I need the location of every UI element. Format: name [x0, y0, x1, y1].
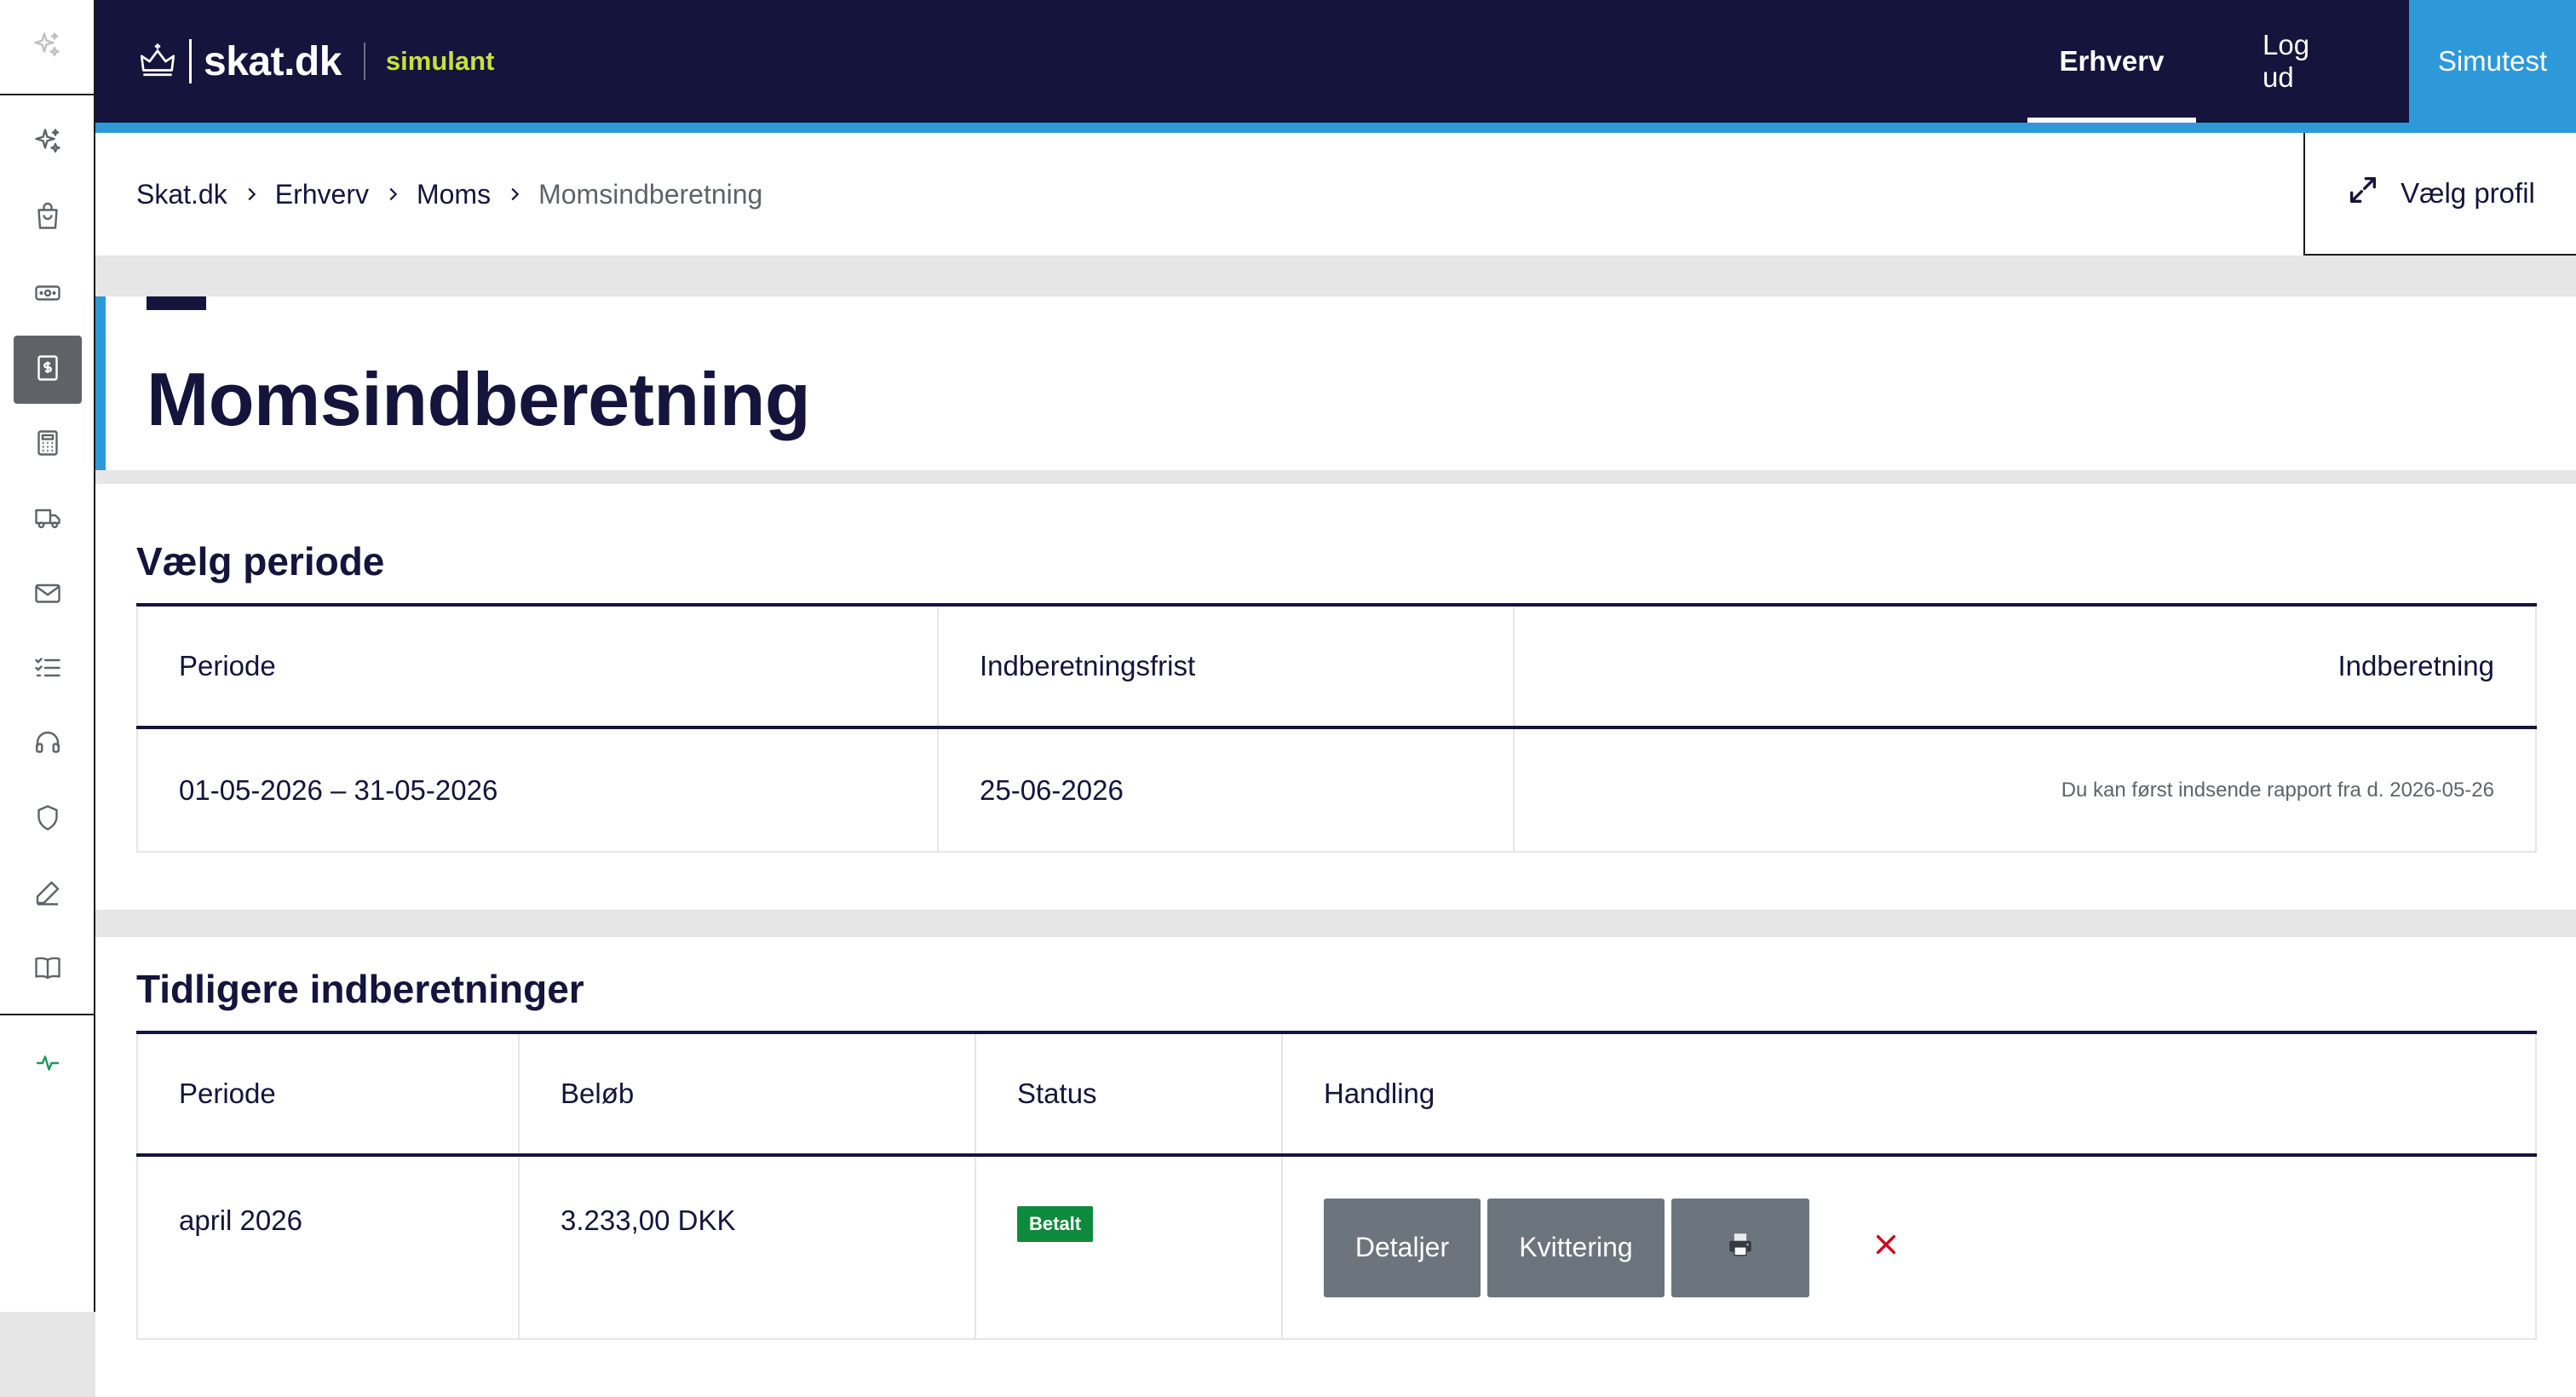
shield-icon — [32, 802, 63, 837]
shopping-bag-icon — [32, 201, 63, 236]
chevron-right-icon — [227, 185, 275, 204]
dollar-document-icon — [32, 353, 63, 388]
column-header-deadline: Indberetningsfrist — [937, 605, 1515, 727]
header-accent-bar — [95, 123, 2576, 133]
header-nav: Erhverv Log ud Simutest — [2027, 0, 2576, 123]
checklist-icon — [32, 653, 63, 687]
print-button[interactable] — [1671, 1198, 1809, 1297]
sidebar-item-security[interactable] — [14, 785, 82, 854]
swap-arrows-icon — [2346, 173, 2401, 214]
row-actions: Detaljer Kvittering — [1324, 1198, 2494, 1297]
sidebar-item-guides[interactable] — [14, 935, 82, 1003]
pen-icon — [32, 877, 63, 912]
choose-profile-button[interactable]: Vælg profil — [2303, 133, 2576, 256]
table-row: 01-05-2026 – 31-05-2026 25-06-2026 Du ka… — [136, 727, 2537, 852]
breadcrumb-item-moms[interactable]: Moms — [417, 179, 491, 210]
sidebar-item-sign[interactable] — [14, 860, 82, 928]
brand-divider-2 — [363, 43, 365, 80]
crown-icon — [136, 38, 189, 85]
sidebar — [0, 0, 95, 1312]
sparkle-icon — [32, 126, 63, 161]
choose-profile-label: Vælg profil — [2401, 177, 2535, 209]
gray-band — [95, 470, 2576, 484]
chevron-right-icon — [369, 185, 417, 204]
receipt-button[interactable]: Kvittering — [1487, 1198, 1665, 1297]
page-title: Momsindberetning — [147, 357, 811, 441]
breadcrumb-item-current: Momsindberetning — [538, 178, 763, 210]
brand-subtitle: simulant — [385, 46, 495, 76]
close-icon — [1872, 1231, 1900, 1265]
delete-button[interactable] — [1872, 1234, 1900, 1262]
sidebar-item-shop[interactable] — [14, 184, 82, 252]
breadcrumb-bar: Skat.dk Erhverv Moms Momsindberetning Væ… — [95, 133, 2576, 256]
sparkle-icon[interactable] — [32, 30, 62, 65]
activity-icon — [32, 1048, 63, 1083]
sidebar-top — [0, 0, 94, 95]
top-header: skat.dk simulant Erhverv Log ud Simutest — [95, 0, 2576, 123]
table-header-row: Periode Beløb Status Handling — [136, 1032, 2537, 1155]
table-row: april 2026 3.233,00 DKK Betalt Detaljer … — [136, 1155, 2537, 1339]
column-header-period: Periode — [136, 1032, 520, 1155]
report-period: april 2026 — [136, 1155, 520, 1339]
sidebar-item-ai[interactable] — [14, 109, 82, 177]
section-title-choose-period: Vælg periode — [136, 539, 385, 584]
report-amount: 3.233,00 DKK — [518, 1155, 976, 1339]
breadcrumb: Skat.dk Erhverv Moms Momsindberetning — [136, 133, 762, 256]
table-header-row: Periode Indberetningsfrist Indberetning — [136, 605, 2537, 727]
sidebar-item-calculator[interactable] — [14, 411, 82, 479]
details-button[interactable]: Detaljer — [1324, 1198, 1481, 1297]
report-availability-note: Du kan først indsende rapport fra d. 202… — [1513, 727, 2537, 852]
nav-simutest[interactable]: Simutest — [2409, 0, 2576, 123]
deadline-value: 25-06-2026 — [937, 727, 1515, 852]
breadcrumb-item-erhverv[interactable]: Erhverv — [275, 179, 369, 210]
title-accent-stripe — [95, 296, 106, 470]
page-header: Momsindberetning — [95, 296, 2576, 470]
column-header-report: Indberetning — [1513, 605, 2537, 727]
section-title-previous-reports: Tidligere indberetninger — [136, 967, 584, 1011]
sidebar-item-tasks[interactable] — [14, 635, 82, 704]
nav-log-out[interactable]: Log ud — [2228, 0, 2382, 123]
printer-icon — [1726, 1230, 1755, 1266]
banknote-icon — [32, 278, 63, 313]
book-icon — [32, 952, 63, 987]
nav-erhverv[interactable]: Erhverv — [2027, 0, 2196, 123]
column-header-action: Handling — [1281, 1032, 2537, 1155]
previous-reports-table: Periode Beløb Status Handling april 2026… — [136, 1031, 2537, 1340]
breadcrumb-item-skat[interactable]: Skat.dk — [136, 179, 227, 210]
sidebar-item-support[interactable] — [14, 710, 82, 779]
headset-icon — [32, 727, 63, 762]
gray-band — [95, 910, 2576, 937]
brand-logo[interactable]: skat.dk simulant — [136, 0, 494, 123]
sidebar-item-vat[interactable] — [14, 336, 82, 404]
sidebar-item-money[interactable] — [14, 261, 82, 329]
gray-band — [95, 256, 2576, 296]
column-header-amount: Beløb — [518, 1032, 976, 1155]
brand-name: skat.dk — [204, 38, 342, 84]
column-header-period: Periode — [136, 605, 939, 727]
brand-divider — [189, 39, 192, 83]
mail-icon — [32, 578, 63, 612]
calculator-icon — [32, 428, 63, 463]
chevron-right-icon — [491, 185, 538, 204]
period-table: Periode Indberetningsfrist Indberetning … — [136, 603, 2537, 853]
sidebar-item-activity[interactable] — [14, 1031, 82, 1099]
title-marker — [147, 296, 206, 310]
sidebar-item-mail[interactable] — [14, 561, 82, 629]
sidebar-separator — [0, 1014, 94, 1015]
sidebar-footer — [0, 1312, 95, 1397]
sidebar-item-transport[interactable] — [14, 486, 82, 554]
column-header-status: Status — [975, 1032, 1283, 1155]
status-badge: Betalt — [1017, 1206, 1094, 1242]
period-value: 01-05-2026 – 31-05-2026 — [136, 727, 939, 852]
truck-icon — [32, 503, 63, 538]
